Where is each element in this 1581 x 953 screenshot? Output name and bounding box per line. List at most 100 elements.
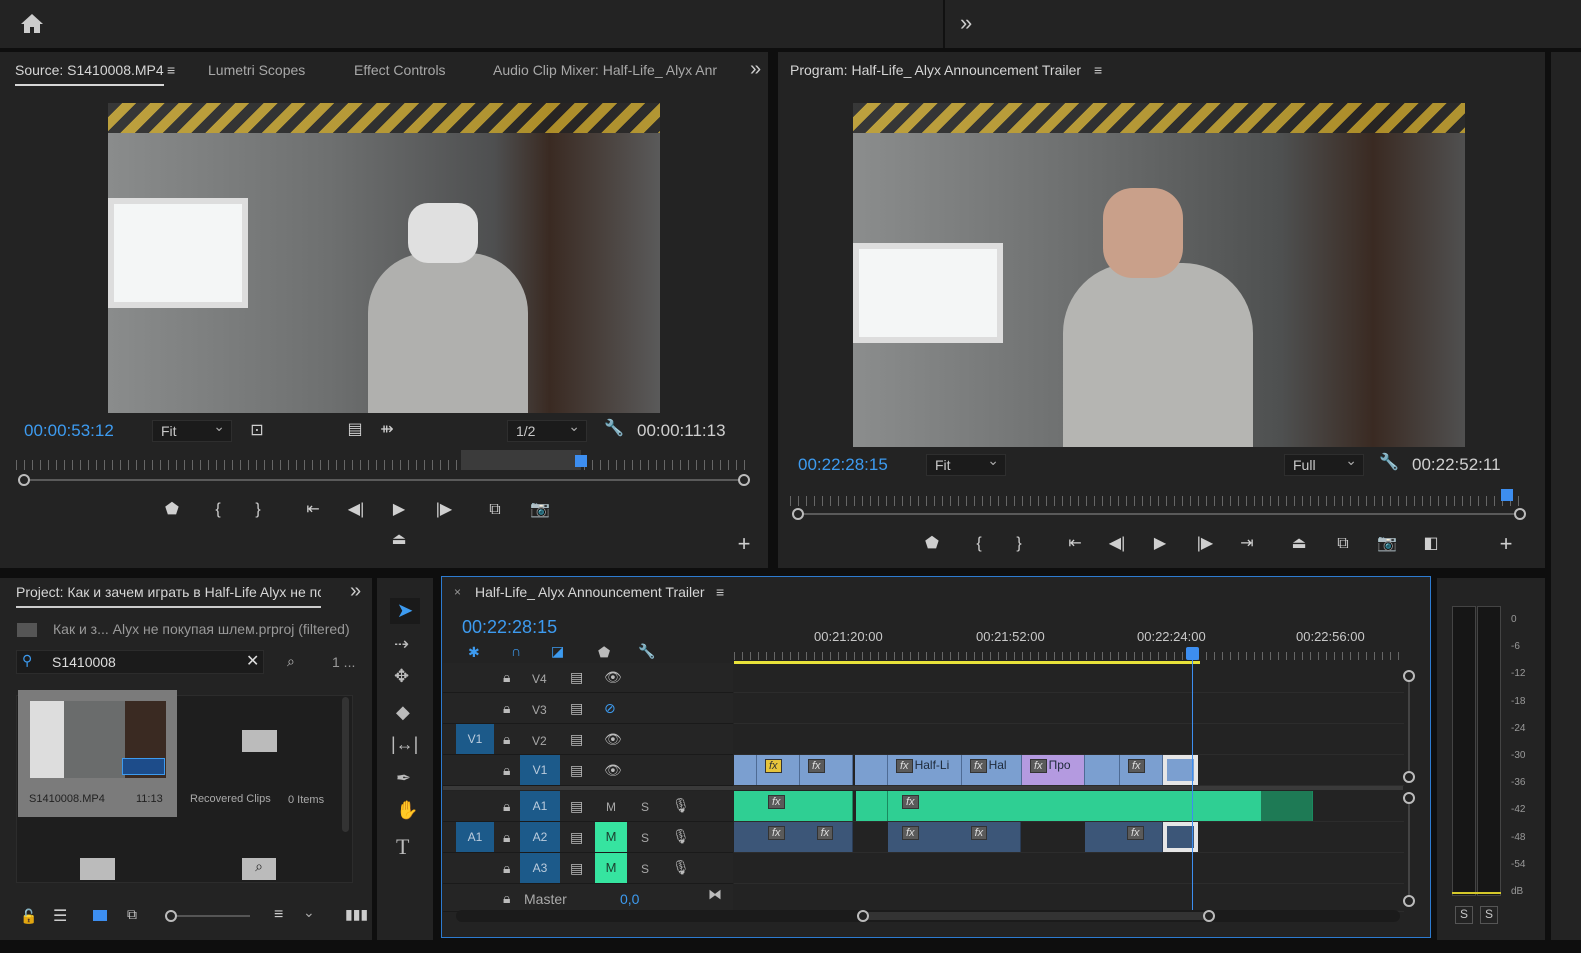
add-button-icon[interactable]: +: [1495, 533, 1517, 555]
slider-handle[interactable]: [165, 910, 177, 922]
scrollbar[interactable]: [342, 697, 349, 832]
home-icon[interactable]: [20, 12, 44, 34]
video-clip[interactable]: fx: [757, 755, 800, 785]
lock-icon[interactable]: 🔒︎: [503, 890, 510, 907]
source-patch-a1[interactable]: A1: [456, 822, 494, 852]
lock-icon[interactable]: 🔒︎: [503, 700, 510, 717]
project-item-recovered-clips[interactable]: Recovered Clips 0 Items: [180, 690, 336, 817]
eye-icon[interactable]: 👁︎: [604, 762, 622, 779]
track-target-v1[interactable]: V1: [520, 755, 560, 785]
wrench-icon[interactable]: 🔧: [603, 419, 625, 439]
audio-clip[interactable]: [856, 791, 888, 821]
mute-button-a1[interactable]: M: [606, 800, 616, 814]
audio-clip[interactable]: fx: [1085, 822, 1163, 852]
video-clip[interactable]: fx Hal: [962, 755, 1022, 785]
microphone-icon[interactable]: 🎙︎: [672, 797, 690, 814]
mute-button-a2[interactable]: M: [595, 822, 627, 852]
track-v4[interactable]: [734, 663, 1404, 693]
sync-lock-icon[interactable]: ▤: [570, 860, 583, 877]
solo-button-a3[interactable]: S: [641, 862, 649, 876]
search-input[interactable]: S1410008: [52, 654, 116, 670]
solo-button-a1[interactable]: S: [641, 800, 649, 814]
go-to-out-icon[interactable]: ⇥: [1236, 534, 1258, 554]
lift-icon[interactable]: ⏏: [1288, 534, 1310, 554]
button-editor-icon[interactable]: ⏏: [388, 530, 410, 550]
list-view-icon[interactable]: ☰: [53, 906, 67, 926]
eye-icon[interactable]: 👁︎: [604, 731, 622, 748]
pen-tool-icon[interactable]: ✒: [396, 768, 411, 789]
audio-clip[interactable]: fx: [888, 791, 1313, 821]
timeline-ruler[interactable]: [734, 652, 1402, 660]
source-resolution-select[interactable]: 1/2: [507, 418, 587, 442]
step-back-icon[interactable]: ◀|: [1106, 534, 1128, 554]
source-zoom-select[interactable]: Fit: [152, 418, 232, 442]
tab-audio-clip-mixer[interactable]: Audio Clip Mixer: Half-Life_ Alyx Anr: [493, 62, 719, 78]
scroll-handle[interactable]: [1403, 670, 1415, 682]
video-clip[interactable]: fx Half-Li: [888, 755, 962, 785]
program-timecode[interactable]: 00:22:28:15: [798, 455, 888, 475]
mark-out-icon[interactable]: }: [1008, 534, 1030, 554]
program-time-ruler[interactable]: [790, 496, 1520, 506]
sequence-tab[interactable]: Half-Life_ Alyx Announcement Trailer: [475, 584, 705, 600]
search-bin-icon[interactable]: ⌕: [242, 858, 276, 880]
audio-clip[interactable]: fx fx: [734, 822, 853, 852]
drag-video-audio-icon[interactable]: ⇻: [376, 420, 398, 440]
export-frame-icon[interactable]: 📷: [1376, 534, 1398, 554]
source-timecode[interactable]: 00:00:53:12: [24, 421, 114, 441]
more-tabs-icon[interactable]: »: [350, 580, 361, 603]
project-title[interactable]: Project: Как и зачем играть в Half-Life …: [16, 584, 321, 608]
adjustment-clip[interactable]: fx Про: [1022, 755, 1085, 785]
parent-folder-icon[interactable]: [17, 623, 37, 637]
lock-icon[interactable]: 🔒︎: [503, 669, 510, 686]
program-zoom-bar[interactable]: [798, 513, 1520, 515]
sync-lock-icon[interactable]: ▤: [570, 700, 583, 717]
eye-icon[interactable]: 👁︎: [604, 669, 622, 686]
tab-source[interactable]: Source: S1410008.MP4: [15, 62, 164, 86]
sort-icon[interactable]: ≡: [274, 906, 283, 924]
folder-icon[interactable]: [80, 858, 115, 880]
program-playhead[interactable]: [1501, 489, 1513, 501]
zoom-handle-left[interactable]: [792, 508, 804, 520]
eye-hidden-icon[interactable]: ⊘: [604, 700, 616, 717]
lock-icon[interactable]: 🔒︎: [503, 762, 510, 779]
hand-tool-icon[interactable]: ✋: [396, 800, 418, 821]
thumbnail-size-slider[interactable]: [172, 915, 250, 917]
snap-icon[interactable]: ∩: [511, 643, 521, 659]
new-search-bin-icon[interactable]: ⌕: [287, 653, 295, 670]
vertical-scrollbar-video[interactable]: [1408, 676, 1410, 776]
step-back-icon[interactable]: ◀|: [345, 500, 367, 520]
source-zoom-bar[interactable]: [24, 479, 744, 481]
track-target-a3[interactable]: A3: [520, 853, 560, 883]
video-clip[interactable]: [1085, 755, 1120, 785]
menu-icon[interactable]: ≡: [716, 584, 724, 600]
microphone-icon[interactable]: 🎙︎: [672, 859, 690, 876]
insert-clip-icon[interactable]: ⧉: [484, 500, 506, 520]
more-tabs-icon[interactable]: »: [750, 58, 761, 81]
add-marker-icon[interactable]: ⬟: [921, 534, 943, 554]
master-value[interactable]: 0,0: [620, 891, 639, 907]
audio-clip[interactable]: fx: [734, 791, 853, 821]
scroll-handle[interactable]: [1403, 771, 1415, 783]
safe-margins-icon[interactable]: ⊡: [246, 421, 268, 441]
source-patch-v1[interactable]: V1: [456, 724, 494, 754]
project-item-clip[interactable]: S1410008.MP4 11:13: [18, 690, 177, 817]
tab-effect-controls[interactable]: Effect Controls: [354, 62, 446, 78]
go-to-in-icon[interactable]: ⇤: [1064, 534, 1086, 554]
vertical-scrollbar-audio[interactable]: [1408, 798, 1410, 900]
lock-icon[interactable]: 🔒︎: [503, 731, 510, 748]
icon-view-icon[interactable]: [93, 910, 107, 921]
track-select-tool-icon[interactable]: ⇢: [394, 634, 409, 655]
sync-lock-icon[interactable]: ▤: [570, 762, 583, 779]
lock-icon[interactable]: 🔒︎: [503, 798, 510, 815]
track-a3[interactable]: [734, 853, 1404, 884]
ripple-edit-tool-icon[interactable]: ✥: [394, 666, 409, 687]
lock-icon[interactable]: 🔒︎: [503, 829, 510, 846]
add-button-icon[interactable]: +: [733, 533, 755, 555]
type-tool-icon[interactable]: T: [396, 834, 409, 860]
source-time-ruler[interactable]: [16, 460, 748, 470]
scroll-handle[interactable]: [1403, 792, 1415, 804]
add-marker-icon[interactable]: ⬟: [598, 644, 610, 661]
zoom-handle-left[interactable]: [18, 474, 30, 486]
automate-to-sequence-icon[interactable]: ▮▮▮: [345, 906, 368, 923]
comparison-view-icon[interactable]: ◧: [1420, 534, 1442, 554]
